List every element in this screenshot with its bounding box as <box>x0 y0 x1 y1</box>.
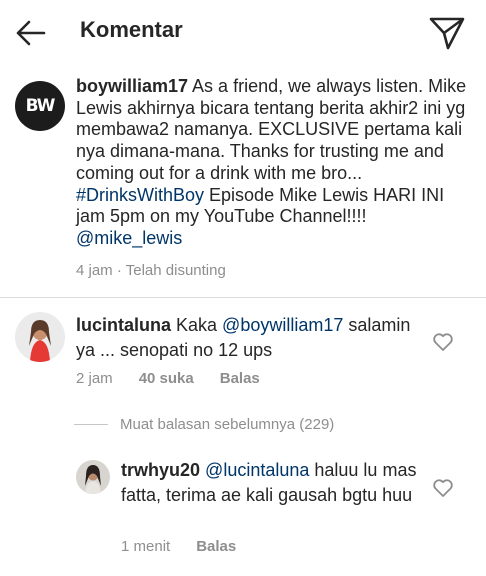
avatar[interactable] <box>76 460 110 494</box>
comment-time: 2 jam <box>76 370 113 387</box>
reply-text: trwhyu20 @lucintaluna haluu lu mas fatta… <box>121 458 421 508</box>
comment-item: lucintaluna Kaka @boywilliam17 salamin y… <box>0 298 486 408</box>
likes-count[interactable]: 40 suka <box>139 370 194 387</box>
comment-meta: 2 jam 40 suka Balas <box>76 370 260 387</box>
caption-hashtag[interactable]: #DrinksWithBoy <box>76 185 204 205</box>
comment-mention[interactable]: @boywilliam17 <box>222 315 343 335</box>
reply-item: trwhyu20 @lucintaluna haluu lu mas fatta… <box>0 448 486 568</box>
caption-text: boywilliam17 As a friend, we always list… <box>76 76 476 250</box>
caption-meta: 4 jam · Telah disunting <box>76 262 226 279</box>
like-button[interactable] <box>432 478 454 498</box>
post-caption: BW boywilliam17 As a friend, we always l… <box>0 66 486 298</box>
avatar-photo-icon <box>15 312 65 362</box>
arrow-left-icon <box>16 20 46 46</box>
caption-username[interactable]: boywilliam17 <box>76 76 188 96</box>
reply-meta: 1 menit Balas <box>121 538 236 555</box>
comment-body: Kaka <box>171 315 223 335</box>
reply-button[interactable]: Balas <box>220 370 260 387</box>
avatar[interactable]: BW <box>15 81 65 131</box>
reply-mention[interactable]: @lucintaluna <box>205 460 309 480</box>
page-title: Komentar <box>80 17 183 42</box>
heart-outline-icon <box>433 479 453 497</box>
avatar-photo-icon <box>76 460 110 494</box>
caption-mention[interactable]: @mike_lewis <box>76 228 182 248</box>
avatar[interactable] <box>15 312 65 362</box>
back-button[interactable] <box>14 18 48 48</box>
reply-button[interactable]: Balas <box>196 538 236 555</box>
view-previous-replies-button[interactable]: Muat balasan sebelumnya (229) <box>74 416 334 433</box>
heart-outline-icon <box>433 333 453 351</box>
comment-text: lucintaluna Kaka @boywilliam17 salamin y… <box>76 313 426 363</box>
reply-time: 1 menit <box>121 538 171 555</box>
top-bar: Komentar <box>0 0 486 66</box>
comment-username[interactable]: lucintaluna <box>76 315 171 335</box>
avatar-logo-text: BW <box>25 96 56 116</box>
divider-line <box>74 424 108 425</box>
view-previous-replies-label: Muat balasan sebelumnya (229) <box>120 416 335 433</box>
reply-username[interactable]: trwhyu20 <box>121 460 200 480</box>
like-button[interactable] <box>432 332 454 352</box>
share-button[interactable] <box>428 15 466 51</box>
paper-plane-icon <box>429 17 465 50</box>
